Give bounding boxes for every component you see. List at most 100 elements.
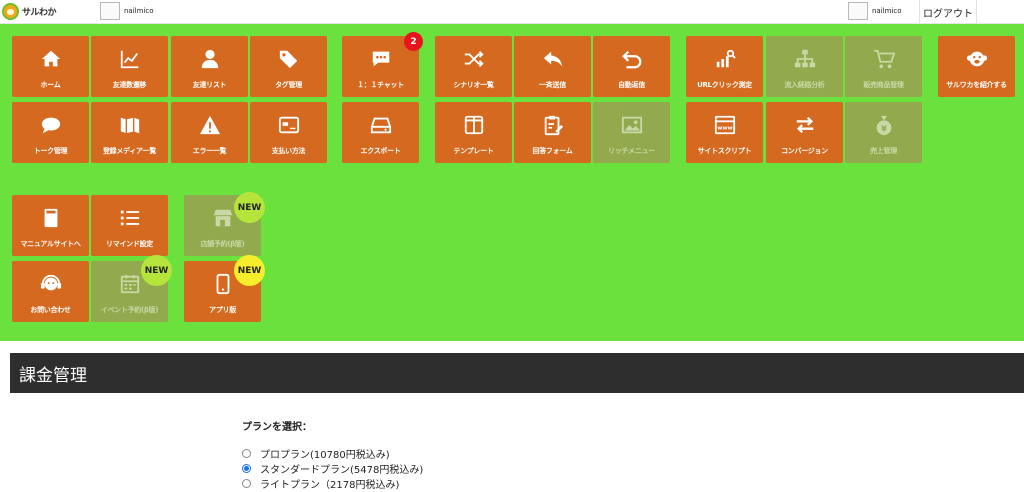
warning-icon (199, 114, 221, 136)
tile-label: テンプレート (453, 147, 494, 155)
section-title-bar: 課金管理 (10, 353, 1024, 393)
sitemap-icon (794, 48, 816, 70)
tile-label: 一斉送信 (539, 81, 566, 89)
tile-label: トーク管理 (33, 147, 68, 155)
shuffle-icon (463, 48, 485, 70)
tile-talk-manage[interactable]: トーク管理 (12, 102, 89, 163)
tile-label: マニュアルサイトへ (20, 240, 81, 248)
tile-label: リマインド設定 (106, 240, 153, 248)
tile-label: タグ管理 (275, 81, 302, 89)
tile-label: URLクリック測定 (697, 81, 752, 89)
tile-tag-manage[interactable]: タグ管理 (250, 36, 327, 97)
tile-site-script[interactable]: www サイトスクリプト (686, 102, 763, 163)
speech-bubble-icon (40, 114, 62, 136)
account-avatar (848, 2, 868, 20)
tile-label: リッチメニュー (608, 147, 655, 155)
tile-label: サイトスクリプト (697, 147, 752, 155)
image-icon (621, 114, 643, 136)
clipboard-edit-icon (542, 114, 564, 136)
credit-card-icon (278, 114, 300, 136)
tile-friend-trend[interactable]: 友達数遷移 (91, 36, 168, 97)
tile-url-click[interactable]: URLクリック測定 (686, 36, 763, 97)
tile-label: シナリオ一覧 (453, 81, 494, 89)
tile-label: エクスポート (360, 147, 401, 155)
tile-label: イベント予約(β版) (100, 306, 159, 314)
tile-label: 支払い方法 (271, 147, 306, 155)
undo-icon (621, 48, 643, 70)
tile-media[interactable]: 登録メディア一覧 (91, 102, 168, 163)
calendar-icon (119, 273, 141, 295)
tile-label: コンバージョン (781, 147, 828, 155)
plan-select-label: プランを選択： (242, 422, 312, 433)
new-badge: NEW (234, 255, 265, 286)
tile-introduce[interactable]: サルワカを紹介する (938, 36, 1015, 97)
account-right: nailmico (848, 2, 902, 20)
tile-sales[interactable]: ¥ 売上管理 (845, 102, 922, 163)
tile-export[interactable]: エクスポート (342, 102, 419, 163)
tile-label: 売上管理 (870, 147, 897, 155)
bar-chart-search-icon (714, 48, 736, 70)
tile-remind[interactable]: リマインド設定 (91, 195, 168, 256)
tile-label: エラー一覧 (192, 147, 227, 155)
tile-label: お問い合わせ (30, 306, 71, 314)
line-chart-icon (119, 48, 141, 70)
tile-label: 流入経路分析 (784, 81, 825, 89)
plan-radio[interactable] (242, 449, 251, 458)
tile-template[interactable]: テンプレート (435, 102, 512, 163)
tile-auto-reply[interactable]: 自動返信 (593, 36, 670, 97)
columns-icon (463, 114, 485, 136)
account-name: nailmico (124, 7, 154, 15)
chat-bubble-icon (370, 48, 392, 70)
tags-icon (278, 48, 300, 70)
plan-option[interactable]: スタンダードプラン(5478円税込み) (242, 461, 423, 476)
app-logo[interactable]: サルわか (2, 3, 57, 20)
tile-label: 店舗予約(β版) (200, 240, 245, 248)
tile-label: 友達リスト (192, 81, 227, 89)
plan-option[interactable]: ライトプラン（2178円税込み) (242, 476, 399, 491)
plan-option-label: スタンダードプラン(5478円税込み) (260, 465, 424, 476)
tile-inflow[interactable]: 流入経路分析 (766, 36, 843, 97)
logout-button[interactable]: ログアウト (919, 0, 977, 24)
tile-label: 自動返信 (618, 81, 645, 89)
logo-text: サルわか (22, 8, 57, 18)
menu-panel: ホーム 友達数遷移 友達リスト タグ管理 トーク管理 登録メディア一覧 エラー一… (0, 24, 1024, 341)
browser-window-icon: www (714, 114, 736, 136)
plan-radio[interactable] (242, 464, 251, 473)
money-bag-icon: ¥ (873, 114, 895, 136)
tile-contact[interactable]: お問い合わせ (12, 261, 89, 322)
tile-label: 友達数遷移 (112, 81, 147, 89)
cart-icon (873, 48, 895, 70)
tile-chat[interactable]: １：１チャット 2 (342, 32, 423, 97)
reply-icon (542, 48, 564, 70)
tile-label: サルワカを紹介する (946, 81, 1007, 89)
plan-option-label: ライトプラン（2178円税込み) (260, 480, 400, 491)
support-headset-icon (40, 273, 62, 295)
svg-text:www: www (717, 126, 732, 132)
plan-option[interactable]: プロプラン(10780円税込み) (242, 446, 390, 461)
user-icon (199, 48, 221, 70)
tile-payment[interactable]: 支払い方法 (250, 102, 327, 163)
tile-broadcast[interactable]: 一斉送信 (514, 36, 591, 97)
tile-label: 販売商品管理 (863, 81, 904, 89)
tile-scenario[interactable]: シナリオ一覧 (435, 36, 512, 97)
tile-friend-list[interactable]: 友達リスト (171, 36, 248, 97)
monkey-logo-icon (2, 3, 19, 20)
smartphone-icon (212, 273, 234, 295)
tile-manual[interactable]: マニュアルサイトへ (12, 195, 89, 256)
account-avatar (100, 2, 120, 20)
tile-label: ホーム (40, 81, 61, 89)
tile-label: １：１チャット (357, 81, 404, 89)
monkey-icon (966, 48, 988, 70)
tile-home[interactable]: ホーム (12, 36, 89, 97)
account-name: nailmico (872, 7, 902, 15)
tile-rich-menu[interactable]: リッチメニュー (593, 102, 670, 163)
store-icon (212, 207, 234, 229)
tile-errors[interactable]: エラー一覧 (171, 102, 248, 163)
tile-products[interactable]: 販売商品管理 (845, 36, 922, 97)
unread-count-badge: 2 (404, 32, 423, 51)
page-title: 課金管理 (19, 365, 87, 386)
map-book-icon (119, 114, 141, 136)
plan-radio[interactable] (242, 479, 251, 488)
tile-answer-form[interactable]: 回答フォーム (514, 102, 591, 163)
tile-conversion[interactable]: コンバージョン (766, 102, 843, 163)
